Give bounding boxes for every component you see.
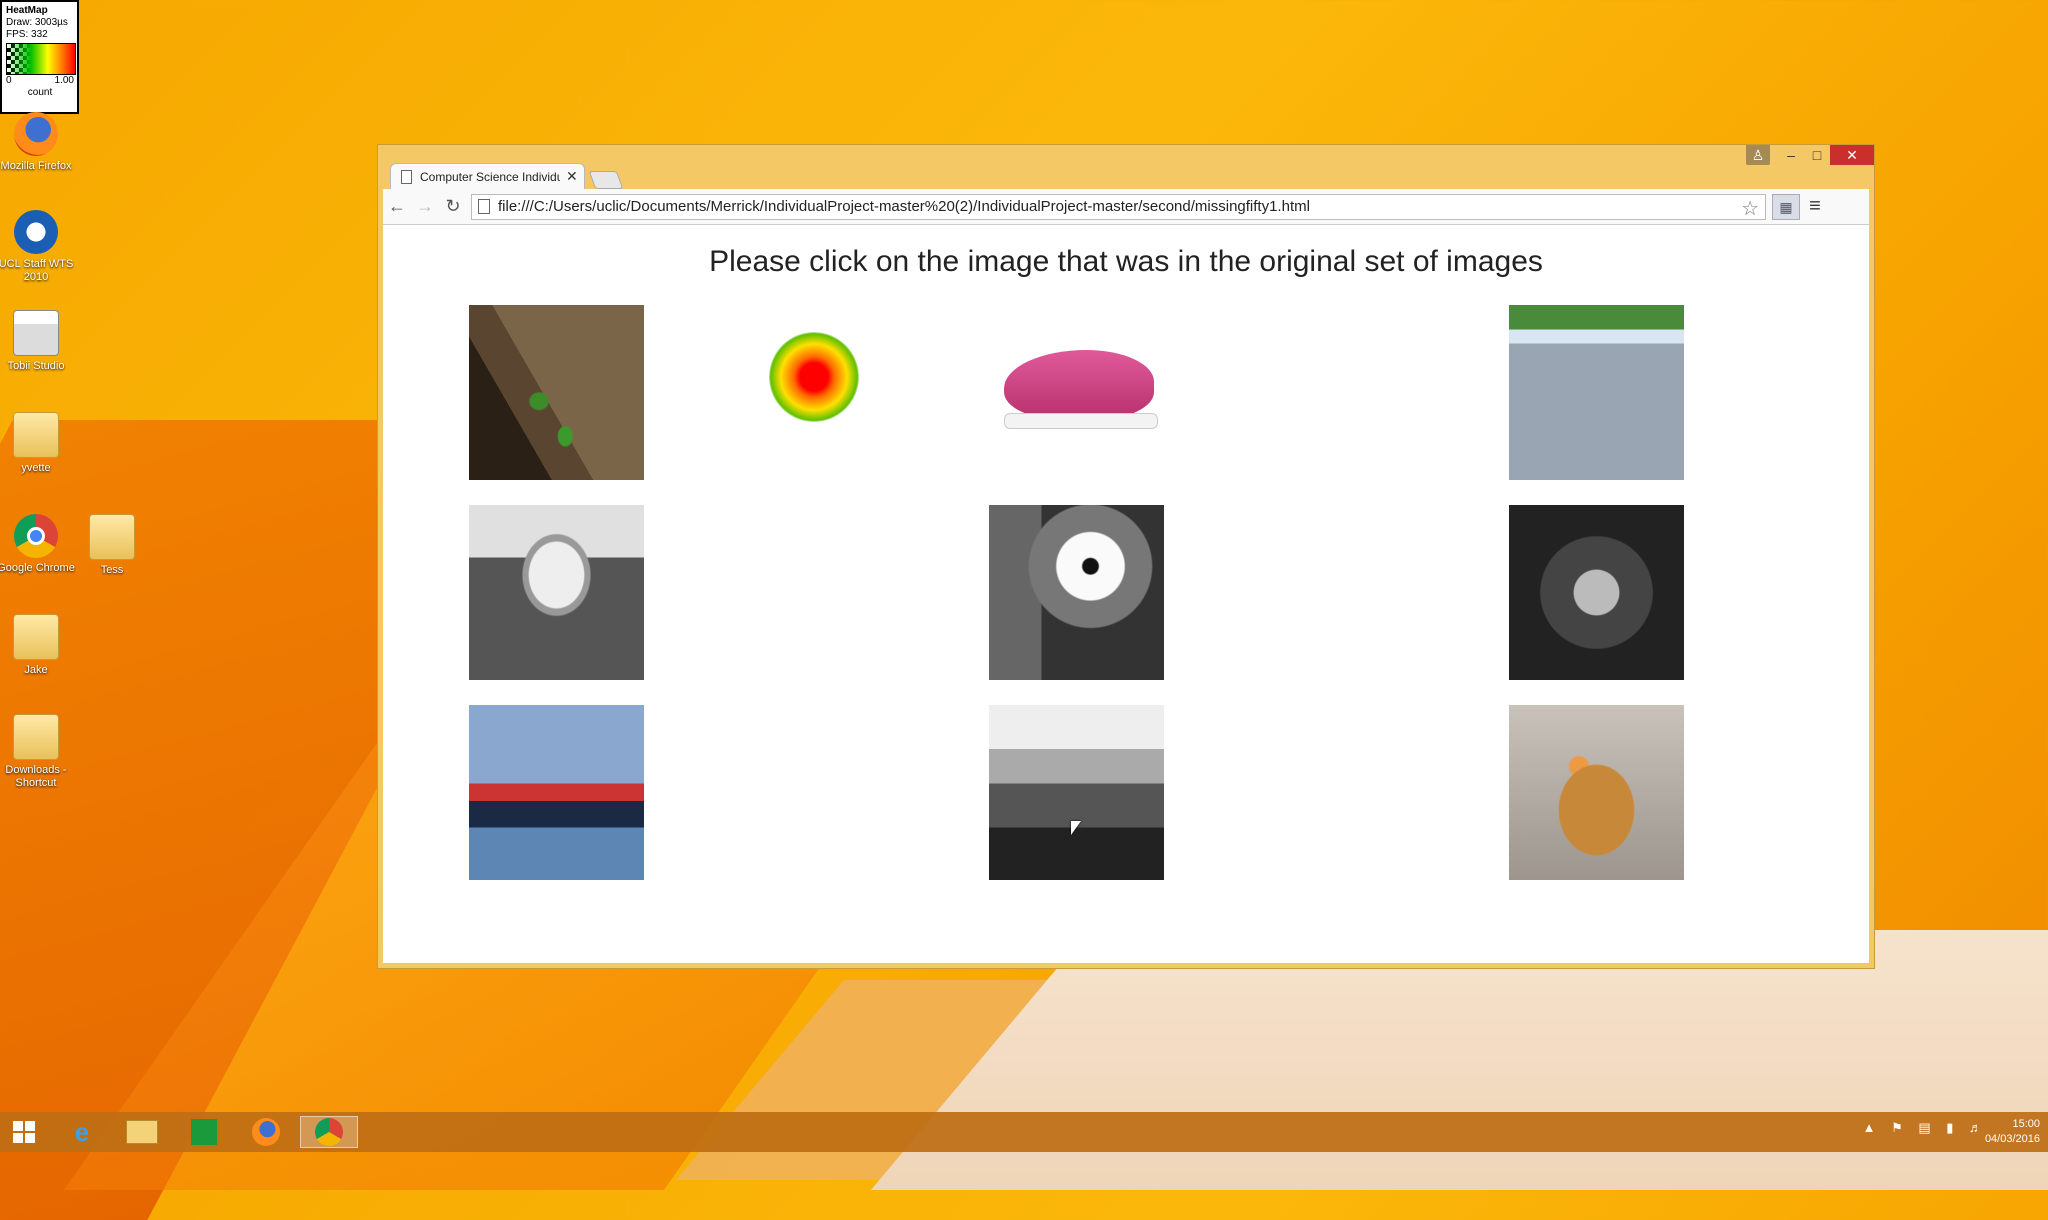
- maximize-button[interactable]: □: [1804, 145, 1830, 165]
- chrome-taskbar-icon[interactable]: [300, 1116, 358, 1148]
- user-icon[interactable]: ♙: [1746, 145, 1770, 165]
- heatmap-legend: HeatMap Draw: 3003µs FPS: 332 0 1.00 cou…: [0, 0, 79, 114]
- desktop-icon-label: UCL Staff WTS 2010: [0, 258, 74, 283]
- go-karts-image: [1509, 305, 1684, 480]
- back-arrow-icon[interactable]: ←: [383, 196, 411, 217]
- chrome-icon: [14, 514, 58, 558]
- window-controls: ♙ – □ ✕: [1746, 145, 1874, 167]
- gaze-heatmap-spot: [769, 332, 859, 422]
- tab-title: Computer Science Individu: [420, 169, 560, 184]
- heatmap-min: 0: [6, 75, 12, 86]
- mouse-cursor-icon: [1071, 821, 1081, 835]
- image-tulip[interactable]: [1509, 505, 1684, 680]
- taskbar: e ▲ ⚑ ▤ ▮ ♬ 15:00 04/03/2016: [0, 1112, 2048, 1152]
- desktop-icon-label: yvette: [21, 462, 51, 474]
- gingerbread-house-image: [1509, 705, 1684, 880]
- ucl-icon: [14, 210, 58, 254]
- internet-explorer-icon[interactable]: e: [58, 1116, 106, 1148]
- browser-tab[interactable]: Computer Science Individu ✕: [390, 163, 585, 189]
- clock-time: 15:00: [2012, 1118, 2040, 1130]
- page-icon: [478, 199, 490, 214]
- tobii-icon: [13, 310, 59, 356]
- windows-logo-icon: [13, 1121, 35, 1143]
- folder-icon: [13, 412, 59, 458]
- lemur-image: [989, 505, 1164, 680]
- heatmap-max: 1.00: [54, 75, 74, 86]
- forward-arrow-icon[interactable]: →: [411, 196, 439, 217]
- new-tab-button[interactable]: [588, 171, 624, 189]
- desktop-icon-label: Jake: [24, 664, 48, 676]
- desktop-icon-firefox[interactable]: Mozilla Firefox: [0, 112, 76, 173]
- image-shoe[interactable]: [989, 305, 1164, 480]
- folder-icon: [13, 714, 59, 760]
- tulip-image: [1509, 505, 1684, 680]
- heatmap-title: HeatMap: [6, 5, 48, 16]
- desktop-icon-tess[interactable]: Tess: [72, 514, 152, 577]
- folder-icon: [89, 514, 135, 560]
- start-button[interactable]: [0, 1116, 48, 1148]
- image-lemur[interactable]: [989, 505, 1164, 680]
- browser-window: ♙ – □ ✕ Computer Science Individu ✕ ← → …: [377, 144, 1875, 969]
- desktop-icon-label: Tess: [100, 564, 124, 576]
- firefox-taskbar-icon[interactable]: [242, 1116, 290, 1148]
- menu-icon[interactable]: ≡: [1800, 195, 1830, 218]
- shoe-image: [989, 305, 1164, 480]
- taskbar-clock[interactable]: 15:00 04/03/2016: [1985, 1117, 2040, 1147]
- desktop-icon-yvette[interactable]: yvette: [0, 412, 76, 475]
- image-frogs[interactable]: [469, 305, 644, 480]
- image-go-karts[interactable]: [1509, 305, 1684, 480]
- heatmap-fps: FPS: 332: [6, 29, 48, 40]
- frogs-image: [469, 305, 644, 480]
- desktop-icon-label: Tobii Studio: [7, 360, 65, 372]
- desktop-icon-jake[interactable]: Jake: [0, 614, 76, 677]
- desktop-icon-tobii-studio[interactable]: Tobii Studio: [0, 310, 76, 373]
- desktop-icon-downloads[interactable]: Downloads - Shortcut: [0, 714, 76, 790]
- address-url: file:///C:/Users/uclic/Documents/Merrick…: [498, 198, 1310, 215]
- page-content: Please click on the image that was in th…: [383, 225, 1869, 963]
- ship-image: [469, 705, 644, 880]
- bookmark-star-icon[interactable]: ☆: [1741, 196, 1759, 221]
- heatmap-unit: count: [27, 87, 53, 98]
- lake-image: [989, 705, 1164, 880]
- desktop-icon-label: Google Chrome: [0, 562, 75, 574]
- folder-icon: [13, 614, 59, 660]
- image-gingerbread-house[interactable]: [1509, 705, 1684, 880]
- extension-icon[interactable]: ▦: [1772, 193, 1800, 220]
- desktop-icon-label: Downloads - Shortcut: [5, 764, 67, 789]
- firefox-icon: [14, 112, 58, 156]
- image-ship[interactable]: [469, 705, 644, 880]
- browser-toolbar: ← → ↻ file:///C:/Users/uclic/Documents/M…: [383, 189, 1869, 225]
- desktop-icon-label: Mozilla Firefox: [0, 160, 72, 172]
- heatmap-color-scale: [6, 43, 76, 75]
- desktop-icon-ucl-staff[interactable]: UCL Staff WTS 2010: [0, 210, 76, 284]
- clock-date: 04/03/2016: [1984, 1133, 2040, 1145]
- store-icon[interactable]: [180, 1116, 228, 1148]
- close-button[interactable]: ✕: [1830, 145, 1874, 165]
- address-bar[interactable]: file:///C:/Users/uclic/Documents/Merrick…: [471, 193, 1766, 221]
- file-explorer-icon[interactable]: [118, 1116, 166, 1148]
- image-lake[interactable]: [989, 705, 1164, 880]
- system-tray-icons[interactable]: ▲ ⚑ ▤ ▮ ♬: [1863, 1120, 1988, 1136]
- page-title: Please click on the image that was in th…: [709, 245, 1543, 278]
- reload-icon[interactable]: ↻: [439, 196, 467, 217]
- page-icon: [401, 169, 412, 184]
- tab-close-icon[interactable]: ✕: [566, 168, 578, 185]
- desktop-icon-chrome[interactable]: Google Chrome: [0, 514, 76, 575]
- las-vegas-image: [469, 505, 644, 680]
- minimize-button[interactable]: –: [1778, 145, 1804, 165]
- image-las-vegas[interactable]: [469, 505, 644, 680]
- heatmap-draw-time: Draw: 3003µs: [6, 17, 68, 28]
